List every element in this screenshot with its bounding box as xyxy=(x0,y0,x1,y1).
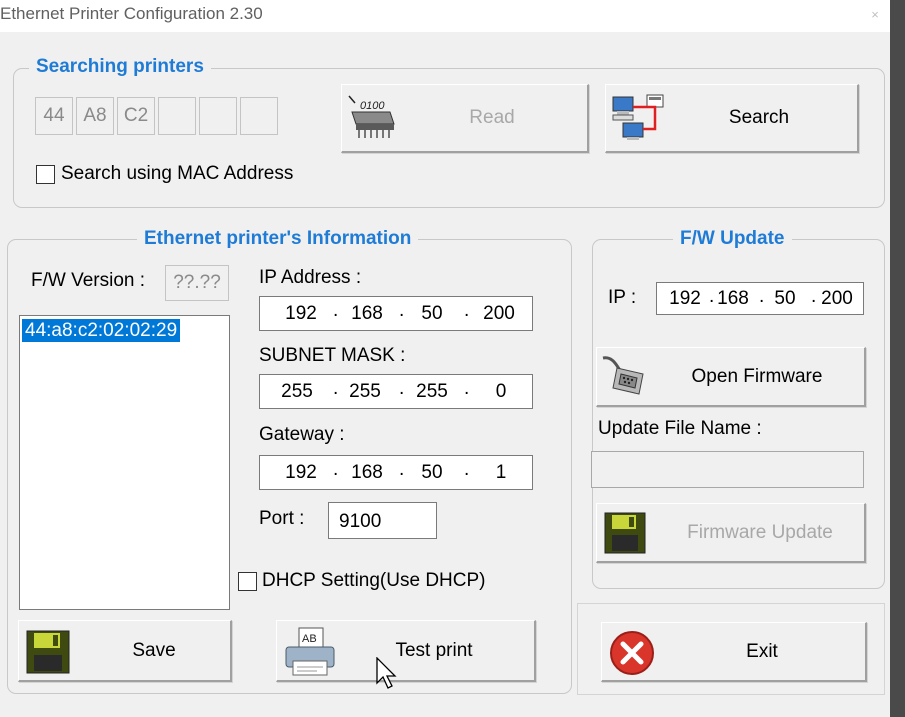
subnet-dot: . xyxy=(399,378,405,399)
ip-dot: . xyxy=(333,300,339,321)
gateway-label: Gateway : xyxy=(259,424,345,445)
subnet-octet-4: 0 xyxy=(495,380,507,402)
mac-field-6[interactable] xyxy=(240,97,278,135)
save-button[interactable]: Save xyxy=(18,620,232,682)
subnet-dot: . xyxy=(464,378,470,399)
ip-octet-4: 200 xyxy=(483,302,515,324)
gateway-dot: . xyxy=(333,459,339,480)
close-button[interactable]: × xyxy=(860,2,890,28)
dhcp-checkbox-label[interactable]: DHCP Setting(Use DHCP) xyxy=(262,570,485,592)
dhcp-checkbox[interactable] xyxy=(238,572,257,591)
ip-address-field[interactable]: 192 . 168 . 50 . 200 xyxy=(259,296,533,331)
ip-octet-1: 192 xyxy=(285,302,317,324)
mac-field-5[interactable] xyxy=(199,97,237,135)
ip-dot: . xyxy=(399,300,405,321)
port-field[interactable]: 9100 xyxy=(328,502,437,539)
exit-button[interactable]: Exit xyxy=(601,622,867,682)
printer-icon: AB xyxy=(283,625,337,679)
fw-ip-dot: . xyxy=(759,286,765,307)
fw-version-value: ??.?? xyxy=(165,265,229,301)
gateway-field[interactable]: 192 . 168 . 50 . 1 xyxy=(259,455,533,490)
floppy-disk-icon xyxy=(603,511,647,555)
window-title: Ethernet Printer Configuration 2.30 xyxy=(0,4,263,23)
mac-field-1[interactable]: 44 xyxy=(35,97,73,135)
ip-dot: . xyxy=(464,300,470,321)
mac-search-checkbox[interactable] xyxy=(36,165,55,184)
network-computers-icon xyxy=(611,93,666,145)
subnet-octet-1: 255 xyxy=(281,380,313,402)
printer-list[interactable]: 44:a8:c2:02:02:29 xyxy=(19,315,230,610)
fw-update-legend: F/W Update xyxy=(673,228,792,250)
mac-field-2[interactable]: A8 xyxy=(76,97,114,135)
mac-search-checkbox-label[interactable]: Search using MAC Address xyxy=(61,163,293,185)
chip-icon: 0100 xyxy=(346,94,396,142)
gateway-dot: . xyxy=(464,459,470,480)
ip-octet-2: 168 xyxy=(351,302,383,324)
serial-cable-icon xyxy=(599,352,651,402)
gateway-octet-3: 50 xyxy=(421,461,443,483)
mac-field-4[interactable] xyxy=(158,97,196,135)
open-firmware-button-label: Open Firmware xyxy=(691,365,823,387)
subnet-mask-field[interactable]: 255 . 255 . 255 . 0 xyxy=(259,374,533,409)
read-button[interactable]: 0100 Read xyxy=(341,84,589,153)
read-button-label: Read xyxy=(469,107,515,128)
gateway-octet-2: 168 xyxy=(351,461,383,483)
fw-ip-octet-2: 168 xyxy=(717,287,749,309)
exit-button-label: Exit xyxy=(746,640,778,662)
subnet-mask-label: SUBNET MASK : xyxy=(259,345,406,366)
mac-field-3[interactable]: C2 xyxy=(117,97,155,135)
error-x-icon xyxy=(608,629,656,677)
fw-ip-field[interactable]: 192 . 168 . 50 . 200 xyxy=(656,282,864,315)
svg-text:AB: AB xyxy=(302,633,317,645)
update-file-name-field[interactable] xyxy=(591,451,864,488)
ip-address-label: IP Address : xyxy=(259,267,362,288)
firmware-update-button[interactable]: Firmware Update xyxy=(596,503,866,563)
printer-list-item[interactable]: 44:a8:c2:02:02:29 xyxy=(22,319,181,342)
firmware-update-button-label: Firmware Update xyxy=(687,521,833,543)
floppy-disk-icon xyxy=(25,629,71,675)
window-edge xyxy=(890,0,905,717)
searching-printers-legend: Searching printers xyxy=(29,56,211,78)
mouse-cursor-icon xyxy=(376,656,398,691)
open-firmware-button[interactable]: Open Firmware xyxy=(596,347,866,407)
fw-version-label: F/W Version : xyxy=(31,270,146,291)
fw-ip-octet-1: 192 xyxy=(669,287,701,309)
search-button[interactable]: Search xyxy=(605,84,859,153)
test-print-button[interactable]: AB Test print xyxy=(276,620,536,682)
update-file-name-label: Update File Name : xyxy=(598,418,762,439)
port-label: Port : xyxy=(259,508,305,529)
gateway-dot: . xyxy=(399,459,405,480)
fw-ip-octet-3: 50 xyxy=(774,287,796,309)
fw-ip-label: IP : xyxy=(608,287,637,308)
ip-octet-3: 50 xyxy=(421,302,443,324)
gateway-octet-1: 192 xyxy=(285,461,317,483)
fw-ip-octet-4: 200 xyxy=(821,287,853,309)
save-button-label: Save xyxy=(132,639,176,661)
svg-text:0100: 0100 xyxy=(360,100,385,112)
search-button-label: Search xyxy=(728,107,790,128)
title-bar: Ethernet Printer Configuration 2.30 × xyxy=(0,0,890,32)
printer-info-legend: Ethernet printer's Information xyxy=(137,228,419,250)
subnet-octet-2: 255 xyxy=(349,380,381,402)
subnet-octet-3: 255 xyxy=(416,380,448,402)
gateway-octet-4: 1 xyxy=(495,461,507,483)
